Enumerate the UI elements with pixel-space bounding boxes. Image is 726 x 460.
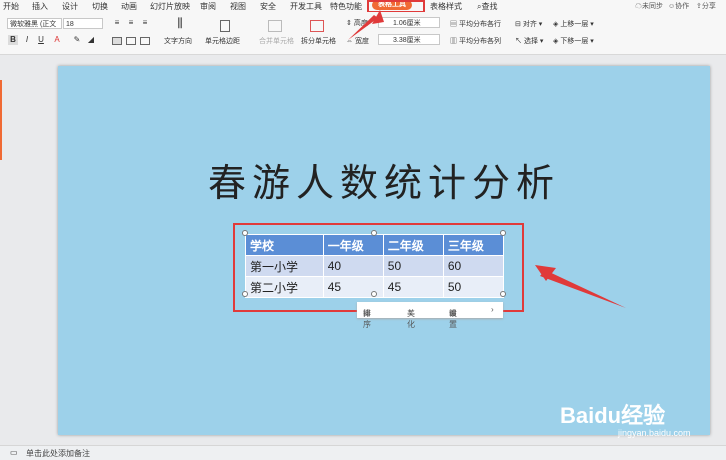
watermark-logo: Baidu经验 — [560, 403, 666, 428]
notes-icon: ▭ — [10, 448, 18, 457]
status-bar: ▭ 单击此处添加备注 — [0, 445, 726, 460]
arrow-shaft — [348, 15, 378, 40]
watermark-url: jingyan.baidu.com — [618, 428, 691, 438]
annotation-arrows — [348, 10, 626, 308]
notes-placeholder[interactable]: 单击此处添加备注 — [26, 448, 90, 459]
arrow-shaft — [540, 270, 626, 308]
